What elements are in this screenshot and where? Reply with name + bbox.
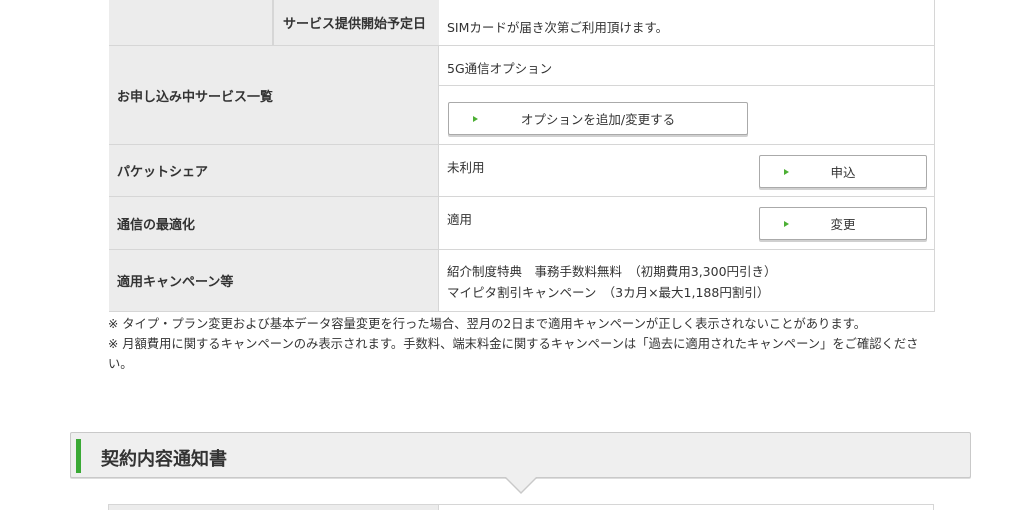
change-optimization-button[interactable]: 変更: [759, 207, 927, 240]
row-services: お申し込み中サービス一覧 5G通信オプション オプションを追加/変更する: [109, 46, 935, 145]
start-date-value: SIMカードが届き次第ご利用頂けます。: [447, 20, 669, 35]
note-item: ※ 月額費用に関するキャンペーンのみ表示されます。手数料、端末料金に関するキャン…: [108, 337, 919, 371]
optimization-label: 通信の最適化: [109, 197, 439, 249]
optimization-cell: 適用 変更: [439, 197, 935, 249]
packet-share-value: 未利用: [447, 160, 485, 175]
packet-share-label: パケットシェア: [109, 145, 439, 196]
section-title: 契約内容通知書: [101, 449, 227, 470]
next-table-header-cell: [109, 505, 439, 510]
campaign-cell: 紹介制度特典 事務手数料無料 （初期費用3,300円引き） マイピタ割引キャンペ…: [439, 250, 935, 311]
row-optimization: 通信の最適化 適用 変更: [109, 197, 935, 250]
arrow-right-icon: [473, 115, 478, 122]
row-start-date: サービス提供開始予定日 SIMカードが届き次第ご利用頂けます。: [109, 0, 935, 46]
row-campaign: 適用キャンペーン等 紹介制度特典 事務手数料無料 （初期費用3,300円引き） …: [109, 250, 935, 312]
campaign-label: 適用キャンペーン等: [109, 250, 439, 311]
accent-bar: [76, 439, 81, 473]
divider: [439, 85, 935, 86]
campaign-line-1: 紹介制度特典 事務手数料無料 （初期費用3,300円引き）: [447, 264, 777, 279]
start-date-cell: SIMカードが届き次第ご利用頂けます。: [439, 0, 935, 45]
apply-button-label: 申込: [830, 165, 856, 180]
campaign-line-2: マイピタ割引キャンペーン （3カ月×最大1,188円割引）: [447, 285, 770, 300]
arrow-right-icon: [784, 220, 789, 227]
services-label: お申し込み中サービス一覧: [109, 46, 439, 144]
section-pointer-fill: [506, 477, 536, 492]
packet-share-cell: 未利用 申込: [439, 145, 935, 196]
change-button-label: 変更: [830, 217, 856, 232]
note-item: ※ タイプ・プラン変更および基本データ容量変更を行った場合、翌月の2日まで適用キ…: [108, 317, 867, 331]
services-value: 5G通信オプション: [447, 61, 553, 76]
notes: ※ タイプ・プラン変更および基本データ容量変更を行った場合、翌月の2日まで適用キ…: [108, 314, 936, 374]
start-date-label: サービス提供開始予定日: [273, 0, 439, 45]
apply-packet-share-button[interactable]: 申込: [759, 155, 927, 188]
arrow-right-icon: [784, 168, 789, 175]
services-cell: 5G通信オプション オプションを追加/変更する: [439, 46, 935, 144]
row-packet-share: パケットシェア 未利用 申込: [109, 145, 935, 197]
next-table-row: [108, 504, 934, 510]
section-header: 契約内容通知書: [70, 432, 971, 478]
optimization-value: 適用: [447, 212, 473, 227]
row-header-blank: [109, 0, 273, 45]
add-change-option-button[interactable]: オプションを追加/変更する: [448, 102, 748, 135]
add-change-option-label: オプションを追加/変更する: [520, 112, 676, 127]
